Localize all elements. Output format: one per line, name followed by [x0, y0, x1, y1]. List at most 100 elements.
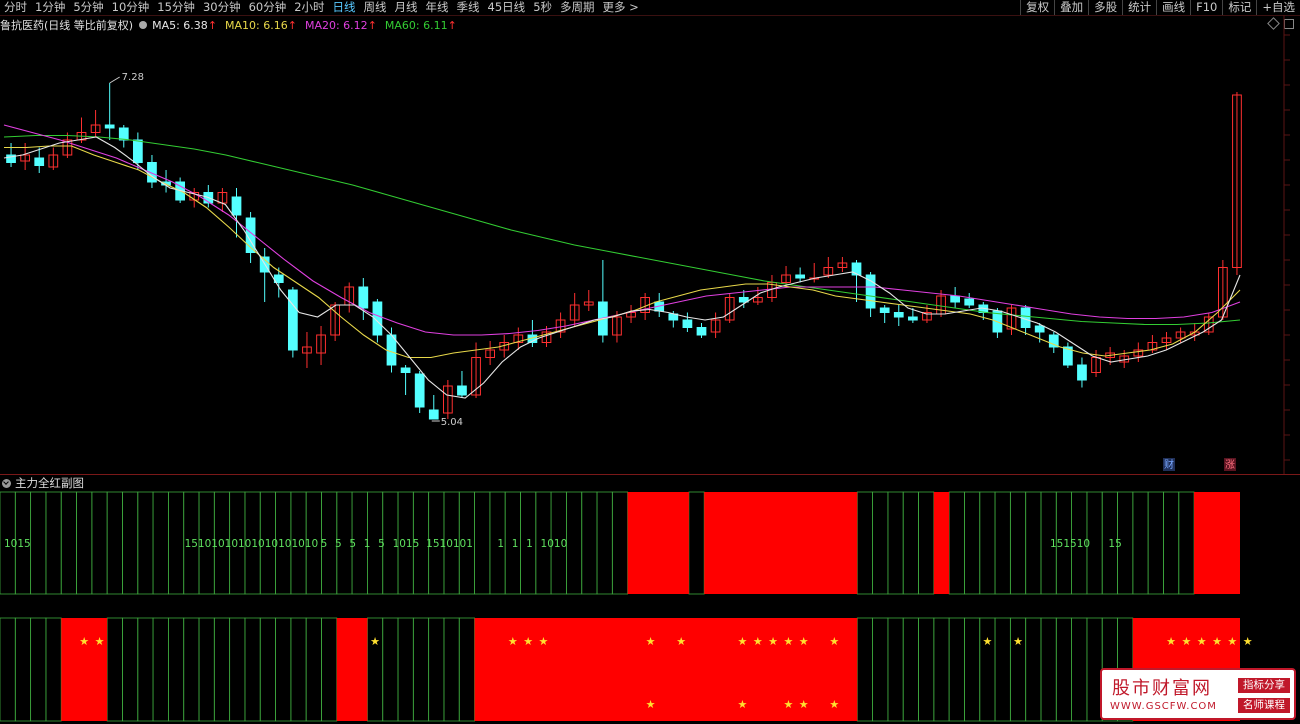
row2-column [122, 617, 139, 722]
row2-column [964, 617, 981, 722]
row1-number: 5 [335, 538, 342, 550]
row2-column [305, 617, 322, 722]
candle [457, 385, 467, 396]
row2-column [367, 617, 384, 722]
tab-period[interactable]: 更多 > [599, 0, 643, 15]
row1-column [902, 491, 919, 595]
star-icon: ★ [508, 635, 518, 648]
tab-period[interactable]: 年线 [422, 0, 453, 15]
tab-period[interactable]: 60分钟 [245, 0, 291, 15]
candle [132, 139, 143, 163]
star-icon: ★ [1243, 635, 1253, 648]
toolbar-button[interactable]: 画线 [1156, 0, 1190, 15]
row2-column [1040, 617, 1057, 722]
candle [964, 298, 975, 306]
row2-column [902, 617, 919, 722]
star-icon: ★ [1197, 635, 1207, 648]
candle [400, 367, 411, 373]
row1-number: 5 [349, 538, 356, 550]
star-icon: ★ [783, 635, 793, 648]
star-icon: ★ [783, 698, 793, 711]
candle [907, 316, 918, 321]
watermark-logo: 股市财富网 WWW.GSCFW.COM 指标分享 名师课程 [1100, 668, 1296, 720]
toolbar-button[interactable]: 统计 [1122, 0, 1156, 15]
candle [231, 196, 242, 216]
row2-column [229, 617, 246, 722]
toolbar-button[interactable]: 标记 [1222, 0, 1256, 15]
row2-column [30, 617, 47, 722]
tab-period[interactable]: 2小时 [290, 0, 328, 15]
row1-column [688, 491, 705, 595]
tab-period[interactable]: 月线 [391, 0, 422, 15]
candle [358, 286, 369, 309]
ma10-line [4, 145, 1241, 359]
row2-column [45, 617, 62, 722]
toolbar-button[interactable]: +自选 [1256, 0, 1300, 15]
row1-red-block [1194, 492, 1240, 594]
tab-period[interactable]: 5秒 [529, 0, 556, 15]
star-icon: ★ [95, 635, 105, 648]
row1-number: 1015 [4, 538, 31, 550]
row1-column [106, 491, 123, 595]
row1-column [566, 491, 583, 595]
star-icon: ★ [646, 635, 656, 648]
watermark-url: WWW.GSCFW.COM [1110, 701, 1217, 712]
star-icon: ★ [370, 635, 380, 648]
tab-period[interactable]: 周线 [360, 0, 391, 15]
toolbar-button[interactable]: 多股 [1088, 0, 1122, 15]
high-label: 7.28 [122, 72, 144, 83]
row1-column [611, 491, 629, 595]
candle [34, 157, 45, 166]
row2-red-block [336, 618, 368, 721]
tab-period[interactable]: 45日线 [484, 0, 530, 15]
tab-period[interactable]: 15分钟 [153, 0, 199, 15]
row1-number: 5 [321, 538, 328, 550]
row1-column [91, 491, 108, 595]
candle [428, 409, 439, 420]
row1-column [948, 491, 965, 595]
tab-period[interactable]: 1分钟 [31, 0, 69, 15]
toolbar-button[interactable]: 叠加 [1054, 0, 1088, 15]
tab-period[interactable]: 30分钟 [199, 0, 245, 15]
low-label: 5.04 [441, 417, 463, 428]
tab-period[interactable]: 分时 [0, 0, 31, 15]
toolbar-button[interactable]: F10 [1190, 0, 1222, 15]
period-toolbar: 分时 1分钟 5分钟 10分钟 15分钟 30分钟 60分钟 2小时 日线 周线 月线 年线 季线 45日… [0, 0, 1300, 16]
tab-period[interactable]: 季线 [453, 0, 484, 15]
toolbar-button[interactable]: 复权 [1020, 0, 1054, 15]
row1-column [122, 491, 139, 595]
row1-column [45, 491, 62, 595]
row1-column [918, 491, 935, 595]
row1-number: 1 [512, 538, 519, 550]
row2-column [14, 617, 32, 722]
row2-column [167, 617, 185, 722]
row1-column [887, 491, 904, 595]
candle [414, 373, 425, 408]
row1-column [167, 491, 185, 595]
row2-column [106, 617, 123, 722]
row1-column [1009, 491, 1027, 595]
candle [851, 262, 862, 276]
candle [795, 274, 806, 279]
candle [682, 319, 693, 328]
watermark-tag-course: 名师课程 [1238, 698, 1290, 713]
row2-column [918, 617, 935, 722]
row2-column [933, 617, 950, 722]
tab-period[interactable]: 日线 [329, 0, 360, 15]
row1-red-block [704, 492, 858, 594]
tab-period[interactable]: 10分钟 [108, 0, 154, 15]
star-icon: ★ [829, 635, 839, 648]
star-icon: ★ [982, 635, 992, 648]
tab-period[interactable]: 多周期 [556, 0, 599, 15]
chevron-down-icon[interactable] [2, 478, 11, 488]
row1-column [964, 491, 981, 595]
row2-column [290, 617, 307, 722]
star-icon: ★ [523, 635, 533, 648]
candlestick-chart[interactable]: 7.28 5.04 财 涨 [0, 15, 1300, 474]
row2-column [213, 617, 231, 722]
candle [1034, 325, 1045, 333]
tab-period[interactable]: 5分钟 [69, 0, 107, 15]
star-icon: ★ [829, 698, 839, 711]
candle [696, 327, 707, 336]
row2-column [428, 617, 445, 722]
